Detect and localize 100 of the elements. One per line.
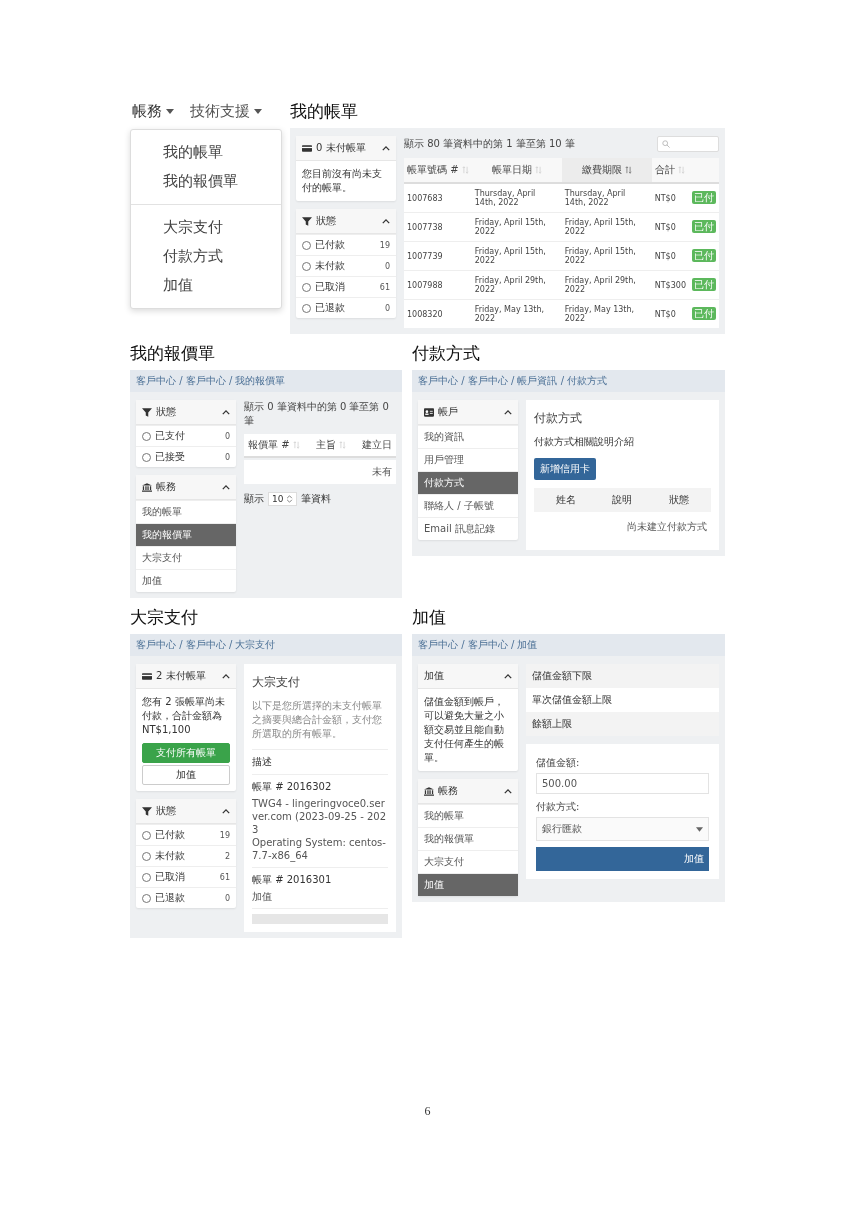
chevron-up-icon[interactable] [222, 484, 230, 490]
nav-item[interactable]: 我的報價單 [418, 827, 518, 850]
chevron-up-icon[interactable] [504, 409, 512, 415]
search-field[interactable] [657, 136, 719, 152]
filter-label[interactable]: 已退款 [315, 301, 381, 315]
table-cell: NT$0 [651, 212, 689, 242]
panel-header[interactable]: 狀態 [136, 400, 236, 425]
nav-item[interactable]: Email 訊息記錄 [418, 517, 518, 540]
field-label: 儲值金額: [536, 756, 581, 770]
chevron-up-icon[interactable] [382, 218, 390, 224]
panel-header[interactable]: 加值 [418, 664, 518, 689]
breadcrumb[interactable]: 客戶中心 / 客戶中心 / 加值 [412, 634, 725, 656]
invoice-title: 帳單 # 2016302 [252, 780, 333, 794]
column-header[interactable]: 繳費期限 [561, 158, 652, 183]
chevron-up-icon[interactable] [504, 673, 512, 679]
nav-item[interactable]: 我的資訊 [418, 425, 518, 448]
nav-item[interactable]: 大宗支付 [136, 546, 236, 569]
nav-item[interactable]: 我的報價單 [136, 523, 236, 546]
invoice-line: TWG4 - lingeringvoce0.server.com (2023-09-25 - 2023 [252, 797, 388, 836]
caret-icon [696, 826, 703, 832]
column-header[interactable]: 建立日 [362, 438, 392, 452]
nav-item[interactable]: 加值 [136, 569, 236, 592]
dropdown-item[interactable]: 大宗支付 [131, 213, 281, 242]
chevron-up-icon[interactable] [382, 145, 390, 151]
table-cell: Friday, May 13th, 2022 [561, 299, 652, 328]
panel-header[interactable]: 狀態 [136, 799, 236, 824]
panel-button[interactable]: 加值 [142, 765, 230, 785]
amount-field[interactable]: 500.00 [536, 773, 709, 794]
status-badge: 已付 [692, 220, 716, 233]
column-header[interactable]: 合計 [651, 158, 689, 183]
dropdown-item[interactable]: 我的報價單 [131, 167, 281, 196]
invoice-line: Operating System: centos-7.7-x86_64 [252, 836, 387, 862]
empty-table-message: 未有 [372, 466, 392, 477]
dropdown-item[interactable]: 付款方式 [131, 242, 281, 271]
nav-item[interactable]: 聯絡人 / 子帳號 [418, 494, 518, 517]
filter-label[interactable]: 已接受 [155, 450, 221, 464]
filter-label[interactable]: 已付款 [315, 238, 376, 252]
page-size-select[interactable]: 10 [268, 492, 298, 506]
column-header[interactable]: 帳單號碼 # [404, 158, 472, 183]
chevron-up-icon[interactable] [222, 409, 230, 415]
filter-icon [302, 216, 312, 226]
filter-label[interactable]: 已取消 [315, 280, 376, 294]
chevron-up-icon[interactable] [222, 808, 230, 814]
filter-label[interactable]: 未付款 [155, 849, 221, 863]
panel-title: 帳戶 [438, 405, 459, 419]
count: 0 [384, 261, 390, 271]
sort-icon [461, 166, 469, 174]
breadcrumb[interactable]: 客戶中心 / 客戶中心 / 帳戶資訊 / 付款方式 [412, 370, 725, 392]
panel-header[interactable]: 2 未付帳單 [136, 664, 236, 689]
panel-header[interactable]: 帳務 [136, 475, 236, 500]
panel-header[interactable]: 狀態 [296, 209, 396, 234]
caret-icon [254, 109, 262, 114]
count: 19 [379, 240, 390, 250]
add-card-button[interactable]: 新增信用卡 [534, 458, 596, 480]
count: 0 [384, 303, 390, 313]
sort-icon [678, 166, 686, 174]
chevron-up-icon[interactable] [504, 788, 512, 794]
panel-title: 0 未付帳單 [316, 141, 367, 155]
column-header[interactable]: 主旨 [315, 438, 346, 452]
column-header[interactable]: 報價單 # [248, 438, 300, 452]
table-cell: 1007739 [404, 241, 472, 271]
dropdown-item[interactable]: 我的帳單 [131, 138, 281, 167]
panel-header[interactable]: 帳務 [418, 779, 518, 804]
nav-item[interactable]: 付款方式 [418, 471, 518, 494]
filter-label[interactable]: 已支付 [155, 429, 221, 443]
column-header[interactable]: 帳單日期 [471, 158, 562, 183]
status-badge: 已付 [692, 278, 716, 291]
filter-label[interactable]: 已退款 [155, 891, 221, 905]
add-funds-button[interactable]: 加值 [536, 847, 709, 871]
top-menu-item[interactable]: 帳務 [132, 102, 174, 121]
breadcrumb[interactable]: 客戶中心 / 客戶中心 / 大宗支付 [130, 634, 402, 656]
chevron-up-icon[interactable] [222, 673, 230, 679]
table-cell: Friday, April 15th, 2022 [471, 212, 562, 242]
table-cell: Friday, April 15th, 2022 [561, 212, 652, 242]
filter-label[interactable]: 已付款 [155, 828, 216, 842]
count: 2 [224, 851, 230, 861]
filter-label[interactable]: 已取消 [155, 870, 216, 884]
filter-label[interactable]: 未付款 [315, 259, 381, 273]
top-menu-item[interactable]: 技術支援 [190, 102, 262, 121]
limit-label: 餘額上限 [532, 718, 572, 729]
panel-header[interactable]: 0 未付帳單 [296, 136, 396, 161]
panel-header[interactable]: 帳戶 [418, 400, 518, 425]
column-header: 狀態 [668, 493, 689, 507]
panel-text: 儲值金額到帳戶，可以避免大量之小額交易並且能自動支付任何產生的帳單。 [423, 695, 505, 765]
nav-item[interactable]: 我的帳單 [418, 804, 518, 827]
panel-title: 狀態 [156, 405, 177, 419]
column-header: 說明 [612, 493, 633, 507]
count: 0 [224, 893, 230, 903]
sort-icon [292, 441, 300, 449]
breadcrumb[interactable]: 客戶中心 / 客戶中心 / 我的報價單 [130, 370, 402, 392]
nav-item[interactable]: 加值 [418, 873, 518, 896]
payment-method-select[interactable]: 銀行匯款 [536, 817, 709, 841]
section-heading: 大宗支付 [130, 606, 199, 629]
limit-label: 儲值金額下限 [532, 670, 592, 681]
count: 19 [219, 830, 230, 840]
section-heading: 我的帳單 [290, 100, 359, 123]
panel-text: 您有 2 張帳單尚未付款，合計金額為 NT$1,100 [141, 695, 226, 737]
dropdown-item[interactable]: 加值 [131, 271, 281, 300]
section-heading: 我的報價單 [130, 342, 216, 365]
invoice-line: 加值 [252, 890, 273, 903]
